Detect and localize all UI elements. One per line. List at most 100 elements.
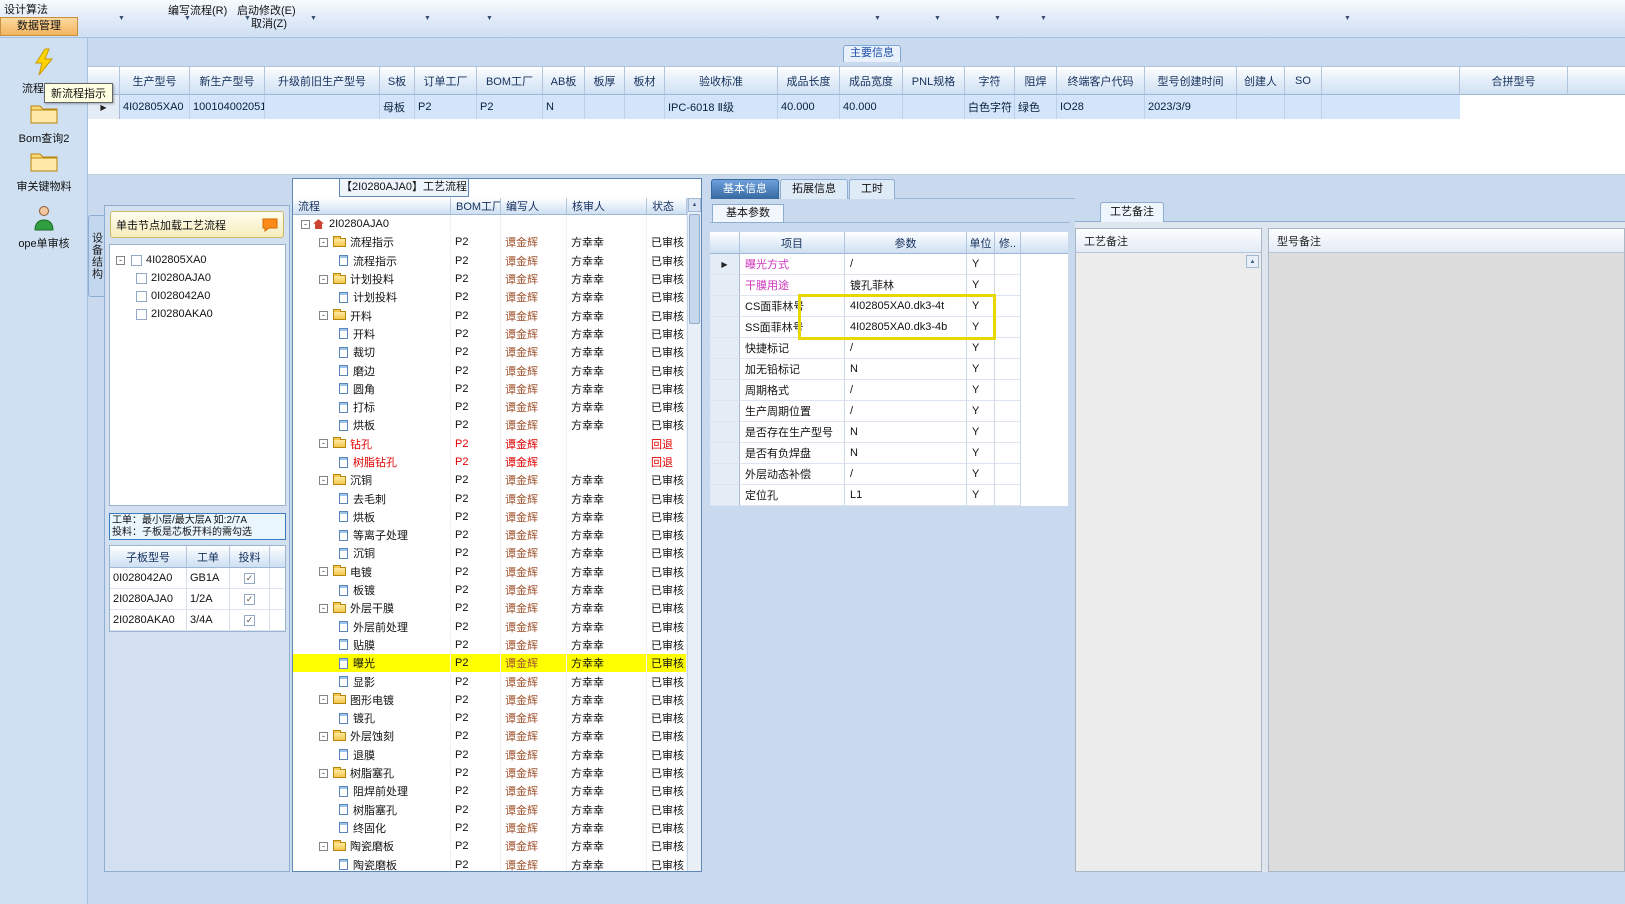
row-cell[interactable]: 2023/3/9 <box>1145 95 1237 119</box>
flow-step-name[interactable]: - 钻孔 <box>293 434 451 453</box>
flow-step-name[interactable]: 沉铜 <box>293 544 451 563</box>
tab-design-algorithm[interactable]: 设计算法 <box>4 1 48 17</box>
param-value[interactable]: 镀孔菲林 <box>845 275 967 296</box>
flow-step-name[interactable]: 阻焊前处理 <box>293 782 451 801</box>
sub-board-feed[interactable]: ✓ <box>230 610 270 631</box>
flow-step-name[interactable]: 流程指示 <box>293 251 451 270</box>
device-structure-vertical-tab[interactable]: 设备结构 <box>88 215 104 297</box>
parameter-row[interactable]: 是否有负焊盘 N Y <box>710 443 1068 464</box>
data-management-button[interactable]: 数据管理 <box>0 17 78 36</box>
flow-row[interactable]: 圆角 P2 谭金辉 方幸幸 已审核 <box>293 379 687 398</box>
column-header[interactable]: 新生产型号 <box>190 66 265 95</box>
param-row-selector[interactable] <box>710 296 740 317</box>
flow-step-name[interactable]: - 计划投料 <box>293 269 451 289</box>
flow-row[interactable]: 流程指示 P2 谭金辉 方幸幸 已审核 <box>293 251 687 270</box>
expand-icon[interactable]: - <box>319 439 328 449</box>
main-grid-selected-row[interactable]: ▶4I02805XA010010400205102母板P2P2NIPC-6018… <box>88 95 1460 119</box>
expand-icon[interactable]: - <box>319 237 328 247</box>
column-header[interactable]: BOM工厂 <box>477 66 543 95</box>
flow-row[interactable]: 外层前处理 P2 谭金辉 方幸幸 已审核 <box>293 617 687 636</box>
flow-step-name[interactable]: 圆角 <box>293 379 451 398</box>
model-notes-textarea[interactable] <box>1269 253 1624 871</box>
param-row-selector[interactable] <box>710 401 740 422</box>
column-header[interactable]: 升级前旧生产型号 <box>265 66 380 95</box>
flow-row[interactable]: - 外层蚀刻 P2 谭金辉 方幸幸 已审核 <box>293 727 687 746</box>
expand-icon[interactable]: - <box>116 255 125 265</box>
flow-step-name[interactable]: 烘板 <box>293 416 451 435</box>
column-header-merge[interactable]: 合拼型号 <box>1460 66 1568 95</box>
flow-step-name[interactable]: - 图形电镀 <box>293 690 451 710</box>
flow-row[interactable]: - 计划投料 P2 谭金辉 方幸幸 已审核 <box>293 269 687 289</box>
flow-row[interactable]: 退膜 P2 谭金辉 方幸幸 已审核 <box>293 745 687 764</box>
expand-icon[interactable]: - <box>319 567 328 577</box>
column-header[interactable]: 订单工厂 <box>415 66 477 95</box>
notes-scroll-up-icon[interactable]: ▲ <box>1246 255 1259 268</box>
flow-step-name[interactable]: 退膜 <box>293 745 451 764</box>
flow-row[interactable]: - 钻孔 P2 谭金辉 回退 <box>293 434 687 453</box>
tab-process-notes[interactable]: 工艺备注 <box>1100 202 1164 222</box>
sub-board-column-header[interactable]: 投料 <box>230 546 270 568</box>
flow-step-name[interactable]: - 流程指示 <box>293 233 451 252</box>
param-row-selector[interactable] <box>710 485 740 506</box>
flow-step-name[interactable]: 打标 <box>293 397 451 417</box>
param-row-selector[interactable] <box>710 317 740 338</box>
tab-extended-info[interactable]: 拓展信息 <box>780 179 848 199</box>
row-cell[interactable]: 40.000 <box>840 95 903 119</box>
dropdown-arrow-icon[interactable]: ▼ <box>118 15 125 22</box>
flow-step-name[interactable]: 板镀 <box>293 580 451 600</box>
dropdown-arrow-icon[interactable]: ▼ <box>934 15 941 22</box>
sidebar-item-ope-audit[interactable]: ope单审核 <box>0 205 88 251</box>
expand-icon[interactable]: - <box>319 695 328 705</box>
flow-step-name[interactable]: - 外层蚀刻 <box>293 727 451 746</box>
column-header[interactable]: 板厚 <box>585 66 625 95</box>
tab-work-hours[interactable]: 工时 <box>849 179 895 199</box>
param-value[interactable]: 4I02805XA0.dk3-4t <box>845 296 967 317</box>
flow-row[interactable]: 磨边 P2 谭金辉 方幸幸 已审核 <box>293 361 687 380</box>
flow-step-name[interactable]: 烘板 <box>293 507 451 527</box>
flow-row[interactable]: - 开料 P2 谭金辉 方幸幸 已审核 <box>293 306 687 325</box>
flow-row[interactable]: 陶瓷磨板 P2 谭金辉 方幸幸 已审核 <box>293 855 687 871</box>
parameter-row[interactable]: CS面菲林号 4I02805XA0.dk3-4t Y <box>710 296 1068 317</box>
dropdown-arrow-icon[interactable]: ▼ <box>244 15 251 22</box>
dropdown-arrow-icon[interactable]: ▼ <box>310 15 317 22</box>
flow-column-header[interactable]: 编写人 <box>501 198 567 215</box>
parameter-row[interactable]: 加无铅标记 N Y <box>710 359 1068 380</box>
tree-checkbox[interactable] <box>136 272 147 284</box>
parameter-row[interactable]: 周期格式 / Y <box>710 380 1068 401</box>
flow-step-name[interactable]: 开料 <box>293 324 451 344</box>
device-tree-node[interactable]: 2I0280AKA0 <box>116 305 285 323</box>
expand-icon[interactable]: - <box>319 311 328 321</box>
dropdown-arrow-icon[interactable]: ▼ <box>1040 15 1047 22</box>
flow-row[interactable]: - 流程指示 P2 谭金辉 方幸幸 已审核 <box>293 233 687 252</box>
flow-row[interactable]: - 外层干膜 P2 谭金辉 方幸幸 已审核 <box>293 599 687 618</box>
flow-column-header[interactable]: BOM工厂 <box>451 198 501 215</box>
flow-step-name[interactable]: 等离子处理 <box>293 526 451 545</box>
sub-board-feed[interactable]: ✓ <box>230 568 270 589</box>
flow-step-name[interactable]: - 外层干膜 <box>293 599 451 618</box>
flow-step-name[interactable]: 裁切 <box>293 343 451 362</box>
flow-step-name[interactable]: 显影 <box>293 672 451 691</box>
flow-scrollbar[interactable]: ▲ <box>687 198 701 871</box>
flow-step-name[interactable]: 贴膜 <box>293 635 451 655</box>
flow-row[interactable]: 树脂塞孔 P2 谭金辉 方幸幸 已审核 <box>293 800 687 819</box>
expand-icon[interactable]: - <box>301 219 310 229</box>
tab-basic-info[interactable]: 基本信息 <box>711 179 779 199</box>
row-cell[interactable]: IPC-6018 Ⅱ级 <box>665 95 778 119</box>
sub-board-column-header[interactable]: 子板型号 <box>110 546 187 568</box>
flow-row[interactable]: - 陶瓷磨板 P2 谭金辉 方幸幸 已审核 <box>293 837 687 856</box>
param-value[interactable]: / <box>845 338 967 359</box>
param-row-selector[interactable] <box>710 380 740 401</box>
flow-row[interactable]: 烘板 P2 谭金辉 方幸幸 已审核 <box>293 507 687 527</box>
flow-step-name[interactable]: 外层前处理 <box>293 617 451 636</box>
column-header[interactable]: PNL规格 <box>903 66 965 95</box>
feed-checkbox[interactable]: ✓ <box>244 593 255 605</box>
flow-row[interactable]: 显影 P2 谭金辉 方幸幸 已审核 <box>293 672 687 691</box>
device-tree-node[interactable]: 2I0280AJA0 <box>116 269 285 287</box>
param-row-selector[interactable] <box>710 443 740 464</box>
flow-row[interactable]: - 沉铜 P2 谭金辉 方幸幸 已审核 <box>293 471 687 490</box>
flow-row[interactable]: 树脂钻孔 P2 谭金辉 回退 <box>293 452 687 472</box>
flow-row[interactable]: 计划投料 P2 谭金辉 方幸幸 已审核 <box>293 288 687 307</box>
dropdown-arrow-icon[interactable]: ▼ <box>184 15 191 22</box>
flow-row[interactable]: 板镀 P2 谭金辉 方幸幸 已审核 <box>293 580 687 600</box>
dropdown-arrow-icon[interactable]: ▼ <box>1344 15 1351 22</box>
